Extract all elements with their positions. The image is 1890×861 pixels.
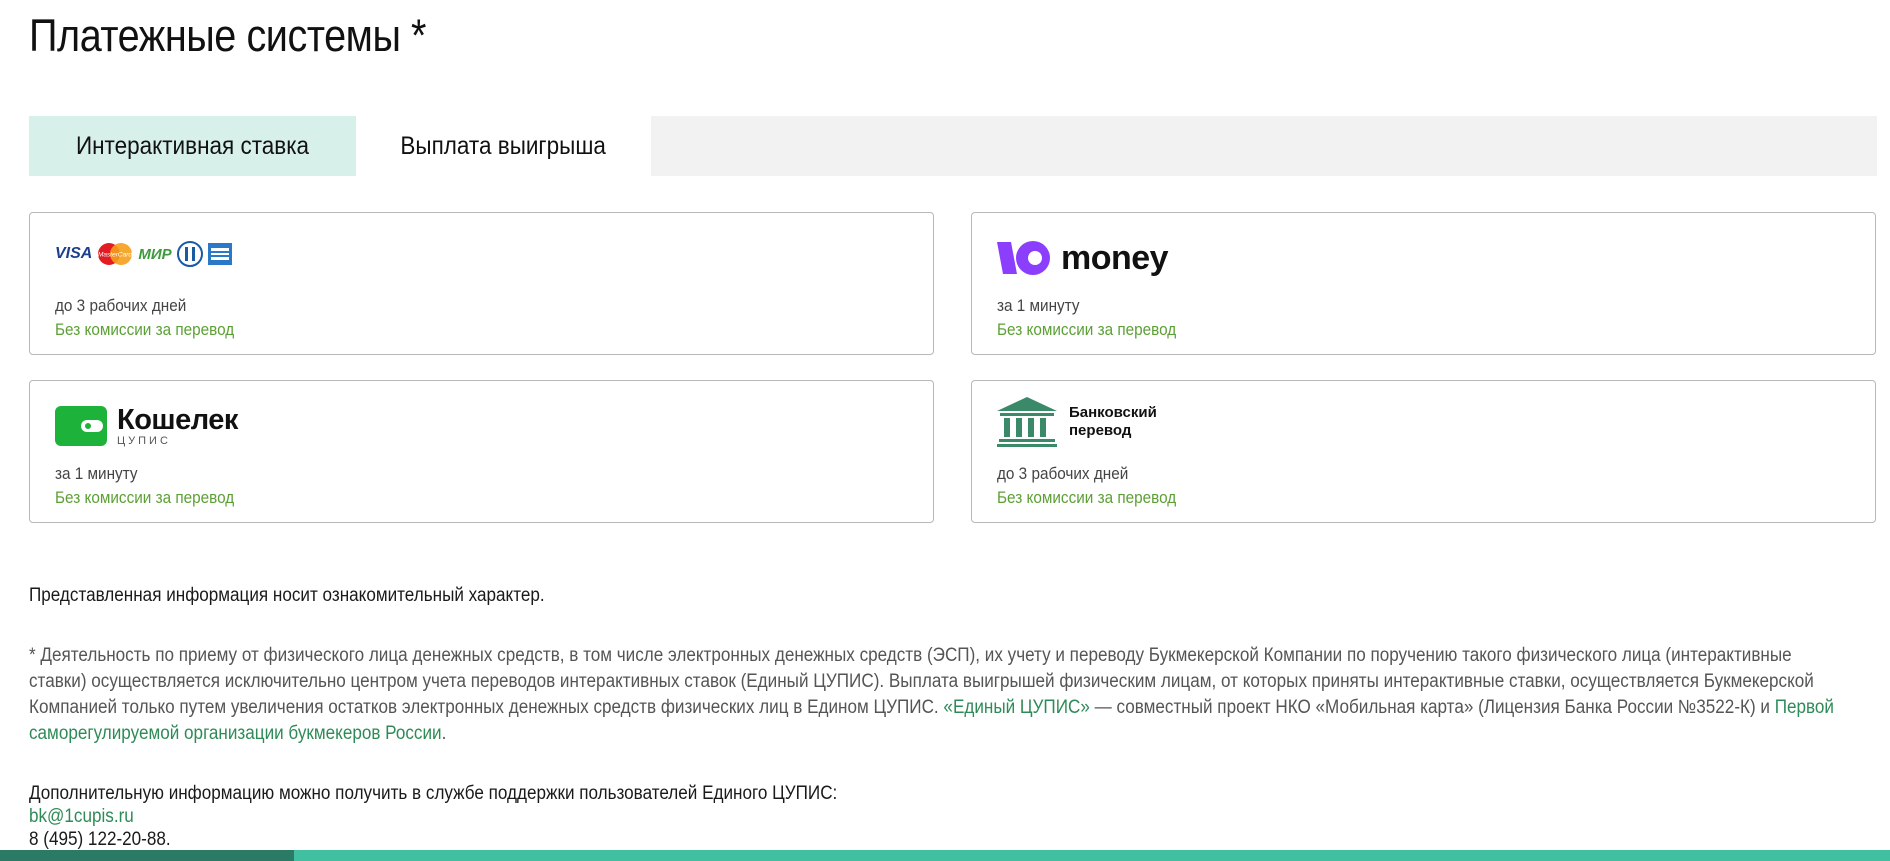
tab-label: Выплата выигрыша: [400, 131, 607, 160]
visa-icon: VISA: [55, 245, 93, 262]
support-text: Дополнительную информацию можно получить…: [29, 783, 838, 804]
transfer-fee: Без комиссии за перевод: [55, 488, 235, 507]
payment-card-bank-cards[interactable]: VISA MasterCard МИР до 3 рабочих дней Бе…: [29, 212, 934, 355]
transfer-fee: Без комиссии за перевод: [55, 320, 235, 339]
mir-icon: МИР: [138, 245, 172, 263]
transfer-fee: Без комиссии за перевод: [997, 488, 1177, 507]
bank-transfer-line2: перевод: [1069, 422, 1132, 439]
disclaimer-text: Представленная информация носит ознакоми…: [29, 585, 545, 606]
tab-bar: Интерактивная ставка Выплата выигрыша: [29, 116, 1877, 176]
payment-card-yoomoney[interactable]: money за 1 минуту Без комиссии за перево…: [971, 212, 1876, 355]
support-email-link[interactable]: bk@1cupis.ru: [29, 806, 134, 827]
bottom-accent-bar: [0, 850, 1890, 861]
yoomoney-icon: [997, 241, 1050, 275]
wallet-logo: Кошелек ЦУПИС: [55, 401, 238, 451]
bank-building-icon: [997, 397, 1057, 447]
wallet-icon: [55, 406, 107, 446]
tab-label: Интерактивная ставка: [75, 131, 310, 160]
transfer-time: до 3 рабочих дней: [55, 296, 187, 315]
tab-payout[interactable]: Выплата выигрыша: [356, 116, 651, 176]
page-title: Платежные системы *: [29, 10, 427, 61]
card-brands-logo: VISA MasterCard МИР: [55, 241, 232, 267]
payment-card-bank-transfer[interactable]: Банковский перевод до 3 рабочих дней Без…: [971, 380, 1876, 523]
legal-note: * Деятельность по приему от физического …: [29, 643, 1838, 747]
diners-club-icon: [176, 241, 203, 267]
payment-card-wallet[interactable]: Кошелек ЦУПИС за 1 минуту Без комиссии з…: [29, 380, 934, 523]
tab-interactive-bet[interactable]: Интерактивная ставка: [29, 116, 356, 176]
legal-note-text: — совместный проект НКО «Мобильная карта…: [1089, 697, 1775, 718]
bottom-accent-bar-segment: [0, 850, 294, 861]
yoomoney-text: money: [1061, 238, 1169, 277]
mastercard-text: MasterCard: [98, 252, 132, 259]
bank-transfer-logo: Банковский перевод: [997, 397, 1157, 447]
yoomoney-logo: money: [997, 233, 1169, 283]
unified-cupis-link[interactable]: «Единый ЦУПИС»: [943, 697, 1089, 718]
amex-icon: [207, 243, 232, 265]
legal-note-text: .: [441, 723, 447, 744]
wallet-subtitle: ЦУПИС: [117, 434, 171, 447]
transfer-fee: Без комиссии за перевод: [997, 320, 1177, 339]
mastercard-icon: MasterCard: [98, 243, 133, 265]
support-phone: 8 (495) 122-20-88.: [29, 829, 171, 850]
wallet-title: Кошелек: [117, 403, 238, 436]
transfer-time: до 3 рабочих дней: [997, 464, 1129, 483]
bank-transfer-line1: Банковский: [1069, 404, 1157, 421]
transfer-time: за 1 минуту: [997, 296, 1080, 315]
support-email-row: bk@1cupis.ru: [29, 806, 134, 828]
transfer-time: за 1 минуту: [55, 464, 138, 483]
